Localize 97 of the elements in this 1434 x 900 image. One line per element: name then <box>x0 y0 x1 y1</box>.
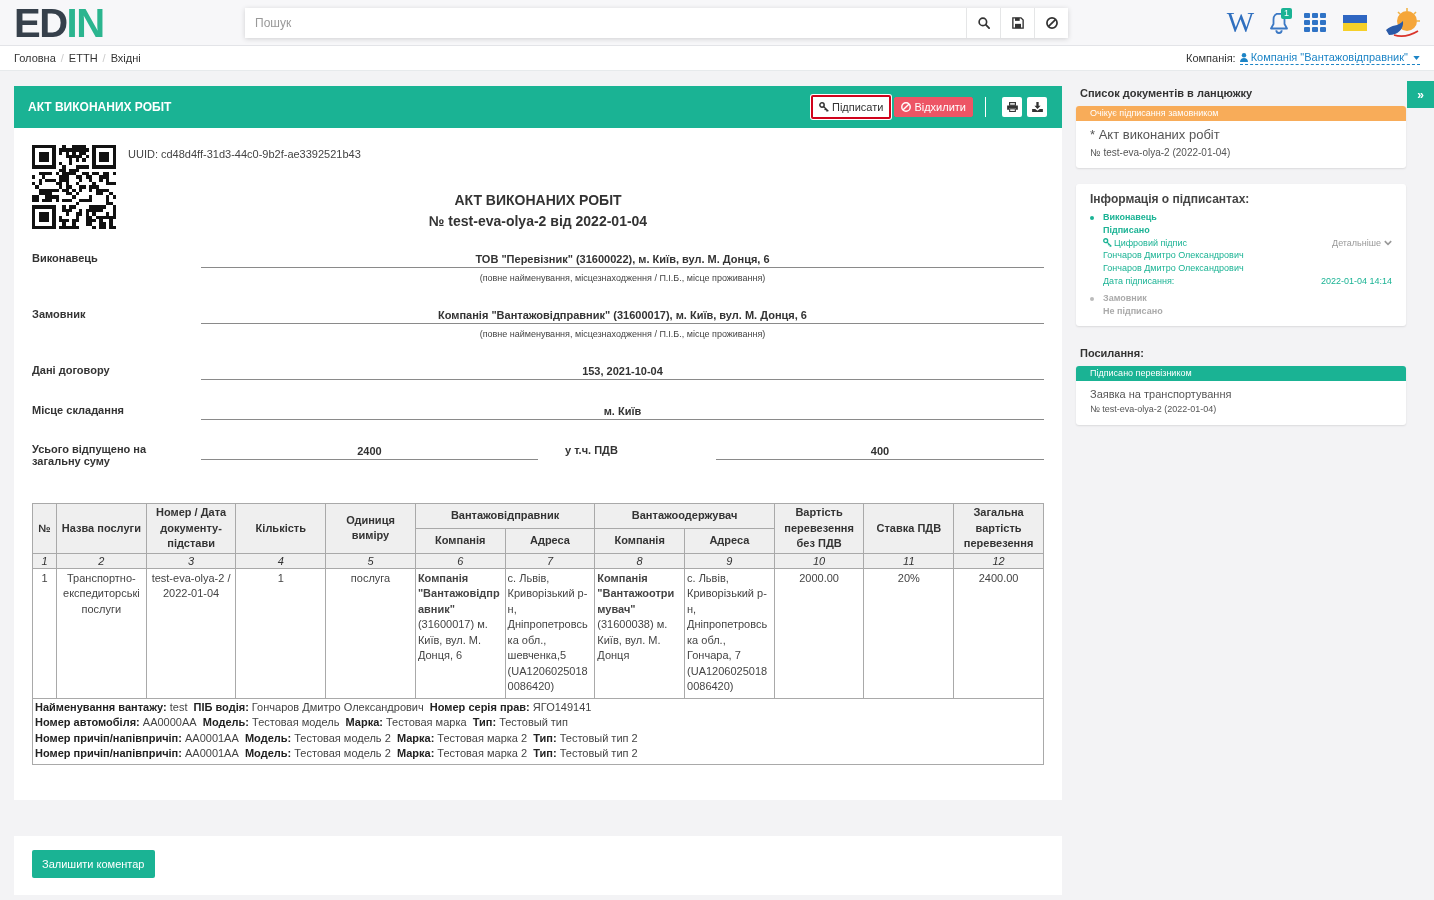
document-link[interactable]: Заявка на транспортування <box>1090 387 1392 403</box>
cargo-details-line: Номер причіп/напівпричіп: АА0001АА Модель: Тестовая модель 2 Марка: Тестовая марка 2 Тип: Тестовый тип 2 <box>35 746 639 761</box>
signer-status: Підписано <box>1103 223 1151 237</box>
cargo-details-line: Номер причіп/напівпричіп: АА0001АА Модель: Тестовая модель 2 Марка: Тестовая марка 2 Тип: Тестовый тип 2 <box>35 730 639 746</box>
ban-icon <box>1045 16 1058 29</box>
table-cell: с. Львів, Криворізький р-н, Дніпропетровська обл., шевченка,5 (UA12060250180086420) <box>505 568 595 698</box>
field-value: Компанія "Вантажовідправник" (31600017), м. Київ, вул. М. Донця, 6 <box>201 307 1044 324</box>
bell-icon[interactable] <box>1269 11 1289 34</box>
table-cell: test-eva-olya-2 / 2022-01-04 <box>146 568 236 698</box>
logo-icon[interactable] <box>1386 7 1420 38</box>
date-label: Дата підписання: <box>1103 275 1175 288</box>
table-cell: 20% <box>863 568 954 698</box>
column-header: № <box>32 503 57 553</box>
signing-date: 2022-01-04 14:14 <box>1320 275 1392 288</box>
field-value: ТОВ "Перевізник" (31600022), м. Київ, вул. М. Донця, 6 <box>201 251 1044 268</box>
column-header: Компанія <box>594 528 685 553</box>
column-header: Одиниця виміру <box>325 503 416 553</box>
column-header: Адреса <box>505 528 595 553</box>
column-header: Номер / Дата документу-підстави <box>146 503 236 553</box>
column-header: Вартість перевезення без ПДВ <box>774 503 864 553</box>
column-header: Адреса <box>684 528 775 553</box>
signer-role: Виконавець <box>1103 211 1158 224</box>
apps-grid-icon[interactable] <box>1304 13 1326 32</box>
breadcrumb-link[interactable]: ЕТТН <box>68 52 98 64</box>
app-logo[interactable]: EDIN <box>14 2 104 43</box>
status-bar: Очікує підписання замовником <box>1076 106 1406 121</box>
field-value: 400 <box>716 444 1044 460</box>
field-value: 2400 <box>201 444 538 460</box>
signer-name: Гончаров Дмитро Олександрович <box>1103 262 1245 275</box>
field-label: Виконавець <box>32 251 99 266</box>
breadcrumb-separator: / <box>101 52 107 64</box>
table-cell: Компанія "Вантажоотримувач" (31600038) м. Київ, вул. М. Донця <box>594 568 685 698</box>
document-number: № test-eva-olya-2 (2022-01-04) <box>1090 146 1232 160</box>
print-button[interactable] <box>1002 97 1022 117</box>
table-cell: 2400.00 <box>953 568 1044 698</box>
signer-status: Не підписано <box>1103 304 1164 318</box>
key-icon <box>818 102 829 112</box>
document-title: АКТ ВИКОНАНИХ РОБІТ <box>28 100 172 114</box>
table-cell: 1 <box>32 568 57 698</box>
field-hint: (повне найменування, місцезнаходження / П.І.Б., місце проживання) <box>478 273 767 284</box>
key-icon <box>1103 238 1112 248</box>
download-button[interactable] <box>1027 97 1047 117</box>
flag-icon[interactable] <box>1343 14 1367 31</box>
signature-type: Цифровий підпис <box>1114 236 1187 250</box>
section-title: Посилання: <box>1079 346 1145 361</box>
caret-icon <box>1413 55 1420 60</box>
document-link[interactable]: * Акт виконаних робіт <box>1090 126 1392 144</box>
document-number: № test-eva-olya-2 (2022-01-04) <box>1090 403 1218 416</box>
breadcrumb-link[interactable]: Головна <box>14 52 56 64</box>
table-cell: с. Львів, Криворізький р-н, Дніпропетровська обл., Гончара, 7 (UA12060250180086420) <box>684 568 775 698</box>
field-hint: (повне найменування, місцезнаходження / П.І.Б., місце проживання) <box>478 329 767 340</box>
table-cell: 1 <box>235 568 326 698</box>
column-header: Кількість <box>235 503 326 553</box>
document-heading: АКТ ВИКОНАНИХ РОБІТ <box>453 191 623 210</box>
clear-search-button[interactable] <box>1034 7 1068 38</box>
notification-badge: 1 <box>1281 7 1292 19</box>
signer-name: Гончаров Дмитро Олександрович <box>1103 249 1245 263</box>
table-cell: послуга <box>325 568 416 698</box>
ban-icon <box>901 102 912 112</box>
column-header: Ставка ПДВ <box>863 503 954 553</box>
signers-title: Інформація о підписантах: <box>1090 192 1251 206</box>
sign-button[interactable]: Підписати <box>810 95 892 119</box>
cargo-details-line: Найменування вантажу: test ПІБ водія: Гончаров Дмитро Олександрович Номер серія прав: ЯГО149141 <box>35 699 593 715</box>
column-header: Компанія <box>415 528 506 553</box>
download-icon <box>1031 102 1043 112</box>
print-icon <box>1006 102 1018 112</box>
column-header: Назва послуги <box>56 503 147 553</box>
field-label: Замовник <box>32 307 87 322</box>
table-cell: 2000.00 <box>774 568 864 698</box>
column-header: Вантажоодержувач <box>594 503 775 529</box>
field-value: 153, 2021-10-04 <box>201 363 1044 380</box>
signer-role: Замовник <box>1103 291 1148 305</box>
breadcrumb-separator: / <box>59 52 65 64</box>
chevron-down-icon <box>1384 240 1392 246</box>
field-value: м. Київ <box>201 403 1044 420</box>
document-heading-number: № test-eva-olya-2 від 2022-01-04 <box>428 212 648 231</box>
field-label: Усього відпущено на загальну суму <box>32 443 148 467</box>
company-label: Компанія: <box>1185 52 1236 64</box>
wiki-link[interactable]: W <box>1226 8 1254 37</box>
status-bar: Підписано перевізником <box>1076 366 1406 382</box>
user-icon <box>1239 53 1248 62</box>
search-button[interactable] <box>966 7 1000 38</box>
column-header: Вантажовідправник <box>415 503 595 529</box>
breadcrumb-link[interactable]: Вхідні <box>110 52 141 64</box>
field-label: у т.ч. ПДВ <box>565 443 618 458</box>
table-cell: Транспортно-експедиторські послуги <box>56 568 147 698</box>
save-search-button[interactable] <box>1000 7 1034 38</box>
section-title: Список документів в ланцюжку <box>1079 86 1254 100</box>
field-label: Місце складання <box>32 403 125 418</box>
save-icon <box>1011 16 1024 29</box>
cargo-details-line: Номер автомобіля: АА0000АА Модель: Тестовая модель Марка: Тестовая марка Тип: Тестовый тип <box>35 715 569 730</box>
column-header: Загальна вартість перевезення <box>953 503 1044 553</box>
table-cell: Компанія "Вантажовідправник" (31600017) м. Київ, вул. М. Донця, 6 <box>415 568 506 698</box>
document-uuid: UUID: cd48d4ff-31d3-44c0-9b2f-ae3392521b43 <box>128 148 361 160</box>
search-icon <box>977 16 990 29</box>
company-selector[interactable]: Компанія "Вантажовідправник" <box>1239 51 1420 65</box>
field-label: Дані договору <box>32 363 111 378</box>
